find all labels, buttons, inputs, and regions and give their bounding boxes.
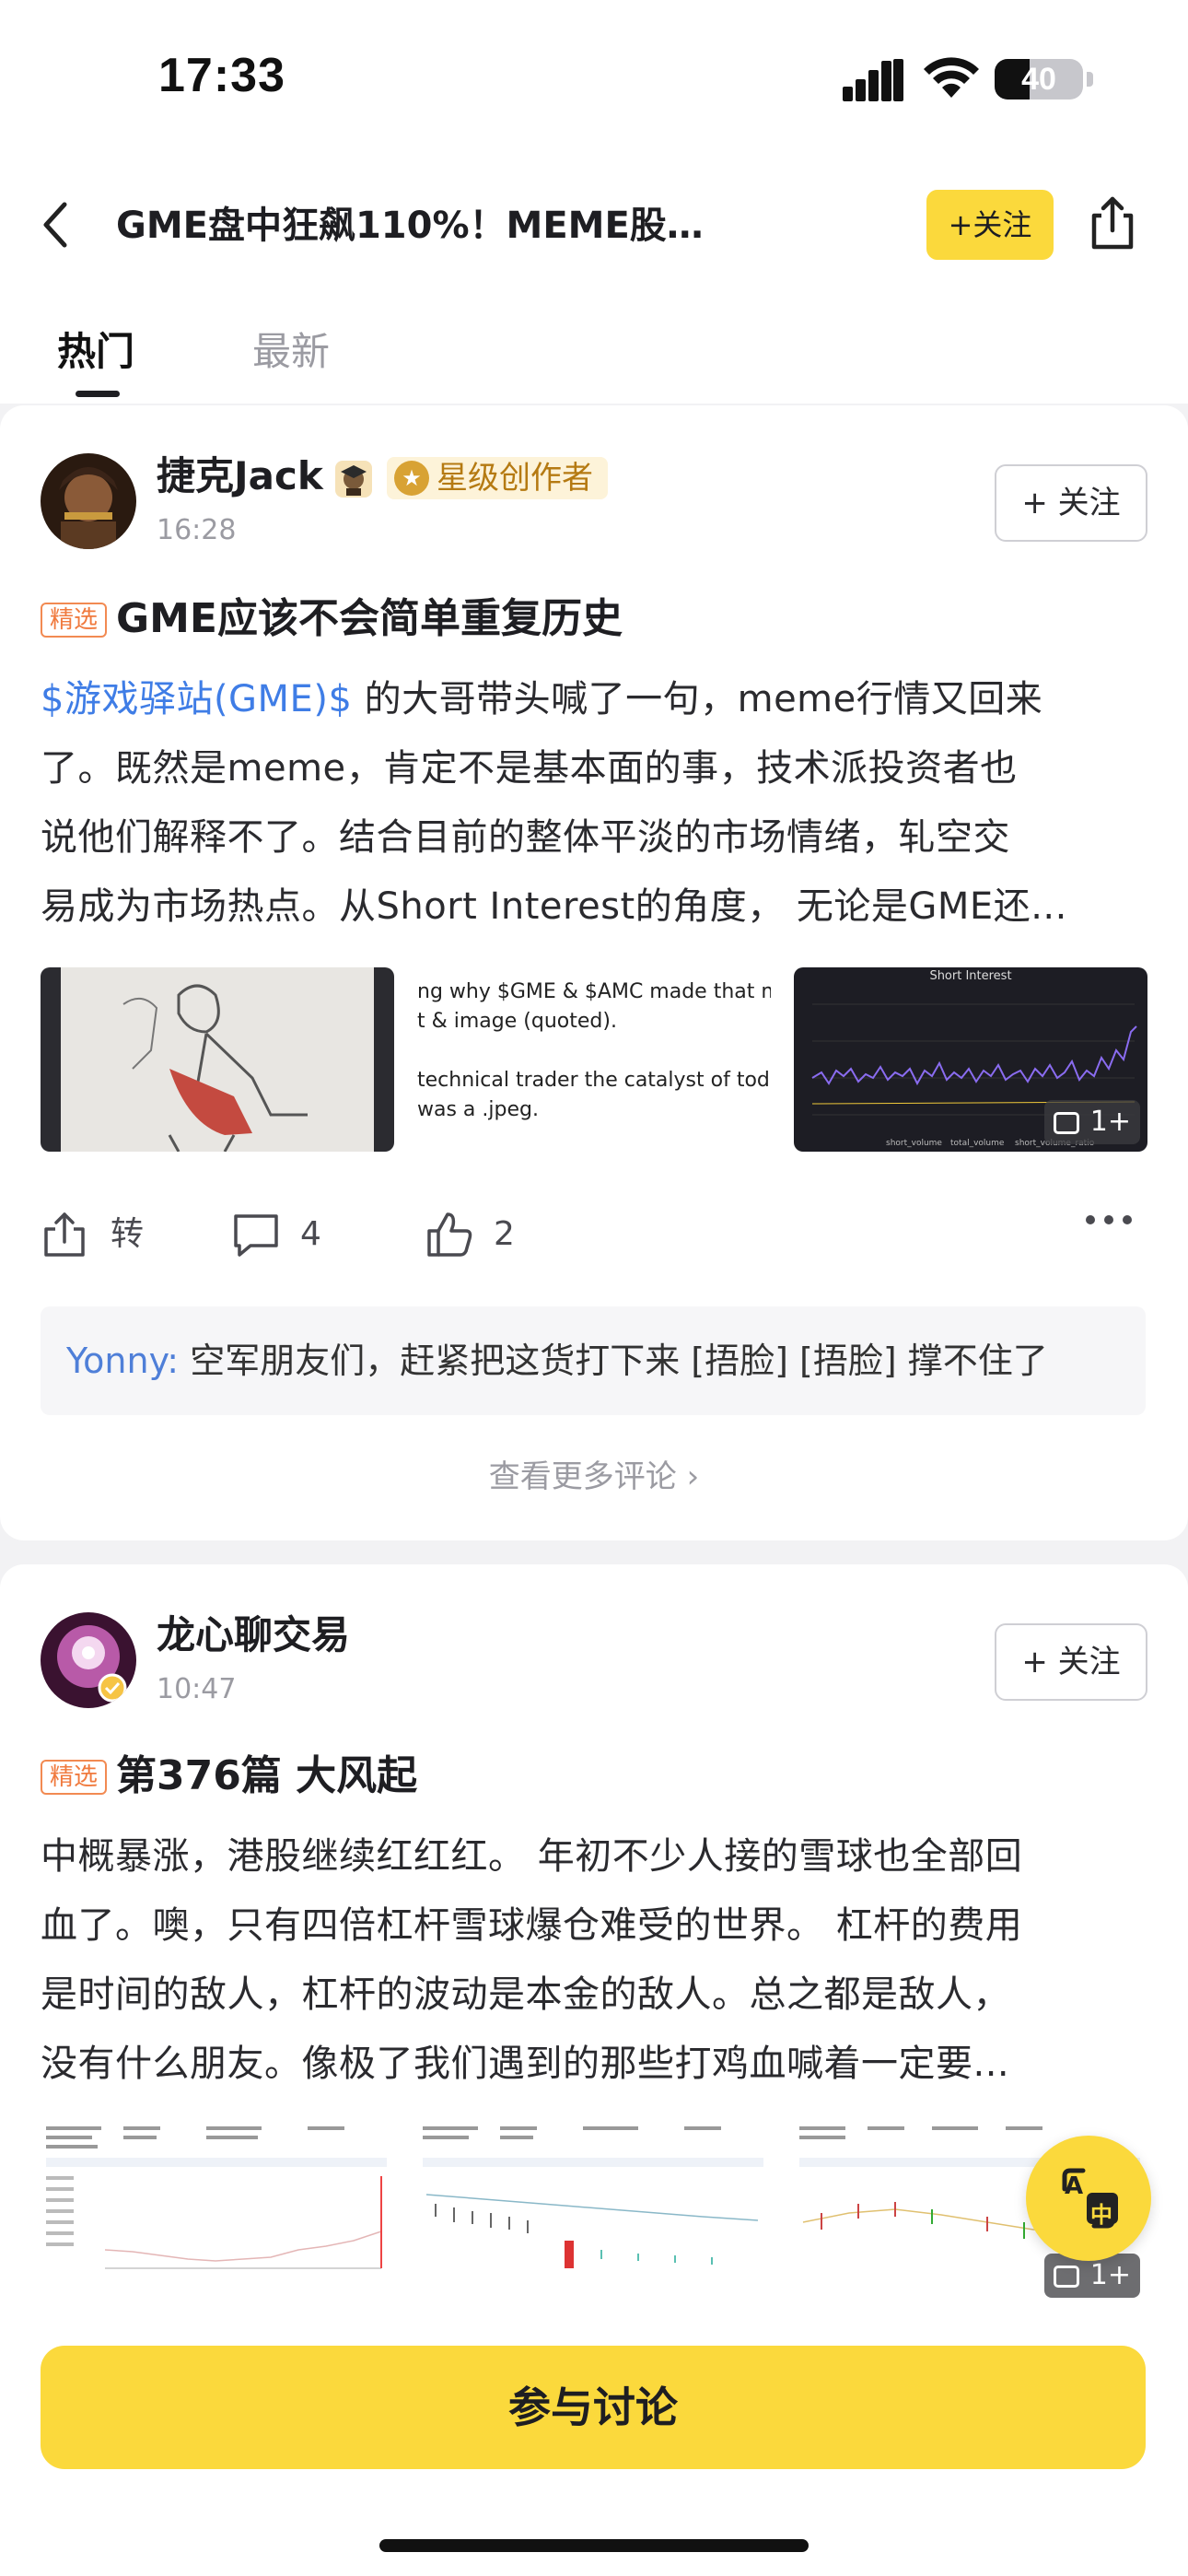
post-body-line: $游戏驿站(GME)$ 的大哥带头喊了一句，meme行情又回来	[41, 678, 1043, 720]
home-indicator[interactable]	[379, 2539, 809, 2552]
post-image-stock-chart[interactable]	[41, 2121, 394, 2305]
post-time: 16:28	[157, 514, 237, 546]
tab-active-indicator	[76, 391, 120, 397]
battery-cap	[1087, 72, 1093, 87]
more-options-icon[interactable]	[1085, 1214, 1133, 1225]
post-body-line: 没有什么朋友。像极了我们遇到的那些打鸡血喊着一定要...	[41, 2043, 1010, 2085]
comment-count: 4	[300, 1215, 321, 1253]
post-time: 10:47	[157, 1673, 237, 1705]
post-image-sketch[interactable]	[41, 967, 394, 1152]
tab-bar: 热门 最新	[0, 295, 1188, 404]
wifi-icon	[924, 57, 979, 98]
author-name[interactable]: 捷克Jack	[157, 450, 323, 503]
post-body[interactable]: $游戏驿站(GME)$ 的大哥带头喊了一句，meme行情又回来 了。既然是mem…	[41, 665, 1146, 942]
image-icon	[1053, 1111, 1079, 1134]
tweet-line: technical trader the catalyst of today	[417, 1069, 771, 1092]
post-card[interactable]: 捷克Jack ★ 星级创作者 16:28 + 关注 精选 GME应该不会简单重复…	[0, 405, 1188, 1540]
page-title: GME盘中狂飙110%！MEME股...	[116, 205, 705, 247]
thumbs-up-icon	[427, 1212, 472, 1257]
post-body-line: 是时间的敌人，杠杆的波动是本金的敌人。总之都是敌人，	[41, 1973, 1010, 2016]
status-time: 17:33	[158, 49, 285, 102]
comment-icon	[234, 1214, 278, 1257]
star-creator-badge: ★ 星级创作者	[387, 457, 608, 499]
post-image-short-interest-chart[interactable]: Short Interest short_volume total_volume…	[794, 967, 1147, 1152]
image-icon	[1053, 2265, 1079, 2288]
comment-text: 空军朋友们，赶紧把这货打下来 [捂脸] [捂脸] 撑不住了	[179, 1341, 1048, 1381]
featured-tag: 精选	[41, 603, 107, 638]
comment-user[interactable]: Yonny:	[66, 1341, 179, 1381]
tweet-line: ng why $GME & $AMC made that mov	[417, 980, 771, 1003]
repost-label: 转	[111, 1215, 145, 1253]
post-body[interactable]: 中概暴涨，港股继续红红红。 年初不少人接的雪球也全部回 血了。噢，只有四倍杠杆雪…	[41, 1822, 1146, 2099]
back-icon[interactable]	[37, 197, 74, 252]
chart-legend-item: total_volume	[950, 1139, 1005, 1148]
tweet-line: was a .jpeg.	[417, 1098, 539, 1121]
avatar[interactable]	[41, 453, 136, 549]
like-count: 2	[494, 1215, 515, 1253]
avatar[interactable]	[41, 1612, 136, 1708]
post-image-tweet[interactable]: ng why $GME & $AMC made that mov t & ima…	[417, 967, 771, 1152]
tweet-line: t & image (quoted).	[417, 1010, 617, 1033]
view-more-comments-link[interactable]: 查看更多评论 ›	[0, 1454, 1188, 1500]
cellular-signal-icon	[843, 59, 903, 101]
follow-button[interactable]: + 关注	[995, 464, 1147, 542]
repost-icon	[44, 1212, 85, 1257]
follow-button[interactable]: + 关注	[995, 1623, 1147, 1701]
ai-translate-button[interactable]: A 中	[1026, 2136, 1151, 2261]
nav-bar: GME盘中狂飙110%！MEME股... +关注	[0, 157, 1188, 295]
graduate-badge-icon	[333, 459, 374, 499]
more-images-badge: 1+	[1043, 1100, 1140, 1144]
status-bar: 17:33 40	[0, 0, 1188, 157]
translate-icon	[1062, 2168, 1118, 2229]
featured-tag: 精选	[41, 1760, 107, 1795]
post-body-line: 说他们解释不了。结合目前的整体平淡的市场情绪，轧空交	[41, 816, 1010, 859]
post-title[interactable]: GME应该不会简单重复历史	[116, 591, 623, 647]
post-body-line: 了。既然是meme，肯定不是基本面的事，技术派投资者也	[41, 747, 1018, 790]
top-comment[interactable]: Yonny: 空军朋友们，赶紧把这货打下来 [捂脸] [捂脸] 撑不住了	[41, 1306, 1146, 1415]
battery-level: 40	[1021, 62, 1056, 97]
like-button[interactable]: 2	[424, 1207, 534, 1262]
post-image-stock-chart[interactable]	[417, 2121, 771, 2305]
star-badge-icon: ★	[394, 461, 429, 496]
follow-topic-button[interactable]: +关注	[926, 190, 1054, 260]
badge-label: 星级创作者	[437, 460, 593, 497]
comment-button[interactable]: 4	[230, 1207, 341, 1262]
post-body-line: 血了。噢，只有四倍杠杆雪球爆仓难受的世界。 杠杆的费用	[41, 1904, 1023, 1947]
join-discussion-button[interactable]: 参与讨论	[41, 2346, 1146, 2469]
ai-button-label-top: A	[1065, 2172, 1084, 2200]
author-name[interactable]: 龙心聊交易	[157, 1609, 350, 1662]
post-title[interactable]: 第376篇 大风起	[116, 1749, 417, 1804]
stock-link[interactable]: $游戏驿站(GME)$	[41, 678, 352, 720]
tab-hot[interactable]: 热门	[57, 326, 134, 378]
chevron-right-icon: ›	[676, 1458, 700, 1495]
repost-button[interactable]: 转	[41, 1207, 151, 1262]
chart-legend-item: short_volume	[886, 1139, 942, 1148]
share-icon[interactable]	[1085, 193, 1140, 252]
tab-latest[interactable]: 最新	[252, 326, 330, 378]
battery-icon: 40	[995, 59, 1083, 100]
ai-button-label-bottom: 中	[1090, 2202, 1112, 2228]
post-body-line: 中概暴涨，港股继续红红红。 年初不少人接的雪球也全部回	[41, 1835, 1023, 1878]
post-body-line: 易成为市场热点。从Short Interest的角度， 无论是GME还...	[41, 885, 1067, 928]
